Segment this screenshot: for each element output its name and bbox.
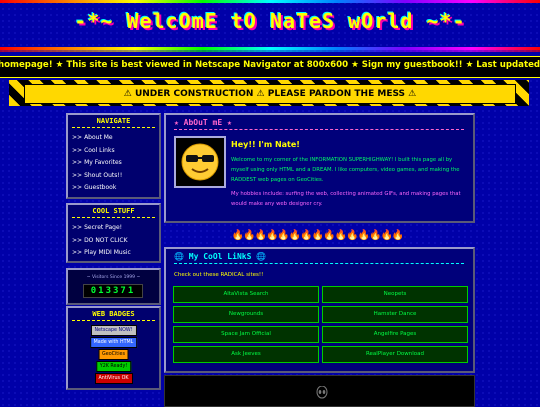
under-construction-text: ⚠ UNDER CONSTRUCTION ⚠ PLEASE PARDON THE… (24, 84, 516, 104)
alien-icon (316, 386, 328, 399)
link-hamster-dance[interactable]: Hamster Dance (322, 306, 468, 323)
nav-link[interactable]: About Me (84, 134, 113, 141)
navigate-title: NAVIGATE (72, 115, 155, 128)
badge-html[interactable]: Made with HTML (89, 337, 138, 348)
about-greeting: Hey!! I'm Nate! (231, 140, 300, 149)
site-title: -*~ WelcOmE tO NaTeS wOrld ~*- (74, 9, 466, 33)
web-badges-panel: WEB BADGES Netscape NOW! Made with HTML … (66, 306, 161, 390)
badge-y2k[interactable]: Y2K Ready! (95, 361, 132, 372)
cool-stuff-panel: COOL STUFF >> Secret Page! >> DO NOT CLICK… (66, 203, 161, 263)
about-hobbies: My hobbies include: surfing the web, col… (231, 191, 461, 207)
header-rainbow-divider-2 (0, 50, 540, 52)
badge-geocities[interactable]: GeoCities (98, 349, 129, 360)
web-badges-title: WEB BADGES (72, 308, 155, 321)
links-title-divider (174, 263, 464, 264)
nav-item-about-me[interactable]: >> About Me (72, 132, 159, 145)
nav-link[interactable]: Shout Outs!! (84, 172, 122, 179)
link-newgrounds[interactable]: Newgrounds (173, 306, 319, 323)
link-angelfire[interactable]: Angelfire Pages (322, 326, 468, 343)
arrow-icon: >> (72, 159, 83, 166)
under-construction-banner: ⚠ UNDER CONSTRUCTION ⚠ PLEASE PARDON THE… (9, 80, 529, 106)
nav-item-cool-links[interactable]: >> Cool Links (72, 145, 159, 158)
sunglasses-face-icon (181, 143, 219, 181)
counter-label: ~ Visitors Since 1999 ~ (86, 275, 141, 280)
cool-links-panel: 🌐 My CoOl LiNkS 🌐 Check out these RADICA… (164, 247, 475, 373)
fire-divider: 🔥🔥🔥🔥🔥🔥🔥🔥🔥🔥🔥🔥🔥🔥🔥 (231, 230, 405, 241)
nav-item-guestbook[interactable]: >> Guestbook (72, 182, 159, 195)
link-realplayer[interactable]: RealPlayer Download (322, 346, 468, 363)
about-paragraph: Welcome to my corner of the INFORMATION … (231, 157, 460, 183)
nav-link[interactable]: Cool Links (84, 147, 115, 154)
about-title-divider (174, 129, 464, 130)
links-intro: Check out these RADICAL sites!! (174, 272, 264, 278)
cool-link[interactable]: Secret Page! (84, 224, 122, 231)
nav-item-my-favorites[interactable]: >> My Favorites (72, 157, 159, 170)
about-title: ★ AbOuT mE ★ (174, 118, 232, 127)
cool-link[interactable]: DO NOT CLICK (84, 237, 127, 244)
badge-antivirus[interactable]: AntiVirus OK (94, 373, 133, 384)
link-altavista[interactable]: AltaVista Search (173, 286, 319, 303)
links-title: 🌐 My CoOl LiNkS 🌐 (174, 252, 267, 261)
cool-item-play-midi[interactable]: >> Play MIDI Music (72, 247, 159, 260)
badge-netscape[interactable]: Netscape NOW! (90, 325, 137, 336)
counter-digits: 013371 (83, 284, 143, 298)
marquee-banner: homepage! ★ This site is best viewed in … (0, 56, 540, 78)
nav-item-shout-outs[interactable]: >> Shout Outs!! (72, 170, 159, 183)
nav-link[interactable]: My Favorites (84, 159, 122, 166)
arrow-icon: >> (72, 171, 83, 179)
arrow-icon: >> (72, 146, 83, 154)
avatar (174, 136, 226, 188)
link-neopets[interactable]: Neopets (322, 286, 468, 303)
bottom-embed-box (164, 375, 475, 407)
link-space-jam[interactable]: Space Jam Official (173, 326, 319, 343)
cool-item-do-not-click[interactable]: >> DO NOT CLICK (72, 235, 159, 248)
arrow-icon: >> (72, 224, 83, 231)
arrow-icon: >> (72, 134, 83, 141)
arrow-icon: >> (72, 184, 83, 191)
arrow-icon: >> (72, 249, 83, 256)
navigate-panel: NAVIGATE >> About Me >> Cool Links >> My Fa… (66, 113, 161, 199)
marquee-text: homepage! ★ This site is best viewed in … (0, 60, 540, 70)
cool-item-secret-page[interactable]: >> Secret Page! (72, 222, 159, 235)
about-me-panel: ★ AbOuT mE ★ Hey!! I'm Nate! Welcome to … (164, 113, 475, 223)
header: -*~ WelcOmE tO NaTeS wOrld ~*- (0, 3, 540, 47)
cool-link[interactable]: Play MIDI Music (84, 249, 131, 256)
cool-stuff-title: COOL STUFF (72, 205, 155, 218)
link-ask-jeeves[interactable]: Ask Jeeves (173, 346, 319, 363)
nav-link[interactable]: Guestbook (84, 184, 116, 191)
visitor-counter: ~ Visitors Since 1999 ~ 013371 (66, 268, 161, 305)
arrow-icon: >> (72, 236, 83, 244)
